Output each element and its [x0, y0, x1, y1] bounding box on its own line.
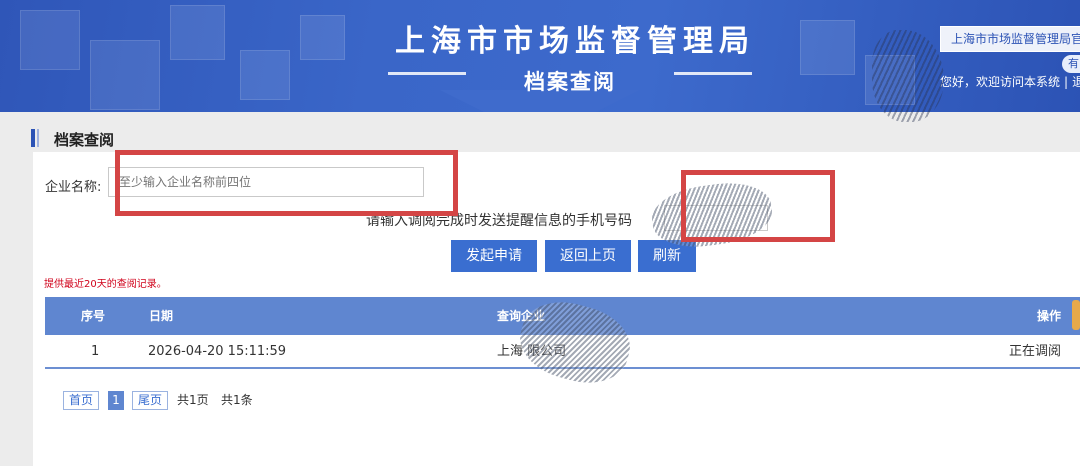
pager-last[interactable]: 尾页	[132, 391, 168, 410]
pager-total-records: 共1条	[221, 393, 253, 407]
decor-cube	[170, 5, 225, 60]
records-notice: 提供最近20天的查阅记录。	[44, 279, 167, 290]
pager-total-pages: 共1页	[177, 393, 209, 407]
row-index: 1	[91, 344, 100, 359]
row-status: 正在调阅	[1009, 344, 1062, 359]
welcome-separator: |	[1064, 75, 1069, 89]
decor-cube	[800, 20, 855, 75]
welcome-bar: 您好，欢迎访问本系统 | 退	[940, 73, 1080, 90]
annotation-box-phone	[681, 170, 835, 242]
pager-first[interactable]: 首页	[63, 391, 99, 410]
row-date: 2026-04-20 15:11:59	[148, 344, 287, 359]
decor-cube	[90, 40, 160, 110]
decor-cube	[20, 10, 80, 70]
section-title: 档案查阅	[54, 131, 115, 149]
official-site-link[interactable]: 上海市市场监督管理局官网	[940, 26, 1080, 52]
title-decor-line	[674, 72, 752, 75]
column-header-date: 日期	[149, 309, 174, 323]
decor-cube	[240, 50, 290, 100]
side-widget[interactable]	[1072, 300, 1080, 330]
welcome-text: 您好，欢迎访问本系统	[940, 75, 1061, 89]
site-subtitle: 档案查阅	[524, 70, 616, 94]
company-name-label: 企业名称:	[45, 180, 102, 195]
section-marker	[37, 129, 39, 147]
column-header-index: 序号	[81, 309, 106, 323]
title-decor-line	[388, 72, 466, 75]
section-marker	[31, 129, 35, 147]
pager-current[interactable]: 1	[108, 391, 124, 410]
column-header-action: 操作	[1037, 309, 1062, 323]
submit-request-button[interactable]: 发起申请	[451, 240, 537, 272]
logout-link[interactable]: 退	[1072, 75, 1080, 89]
annotation-box-company	[115, 150, 458, 216]
back-button[interactable]: 返回上页	[545, 240, 631, 272]
header-pill[interactable]: 有	[1062, 55, 1080, 73]
site-title: 上海市市场监督管理局	[395, 24, 755, 59]
decor-cube	[300, 15, 345, 60]
